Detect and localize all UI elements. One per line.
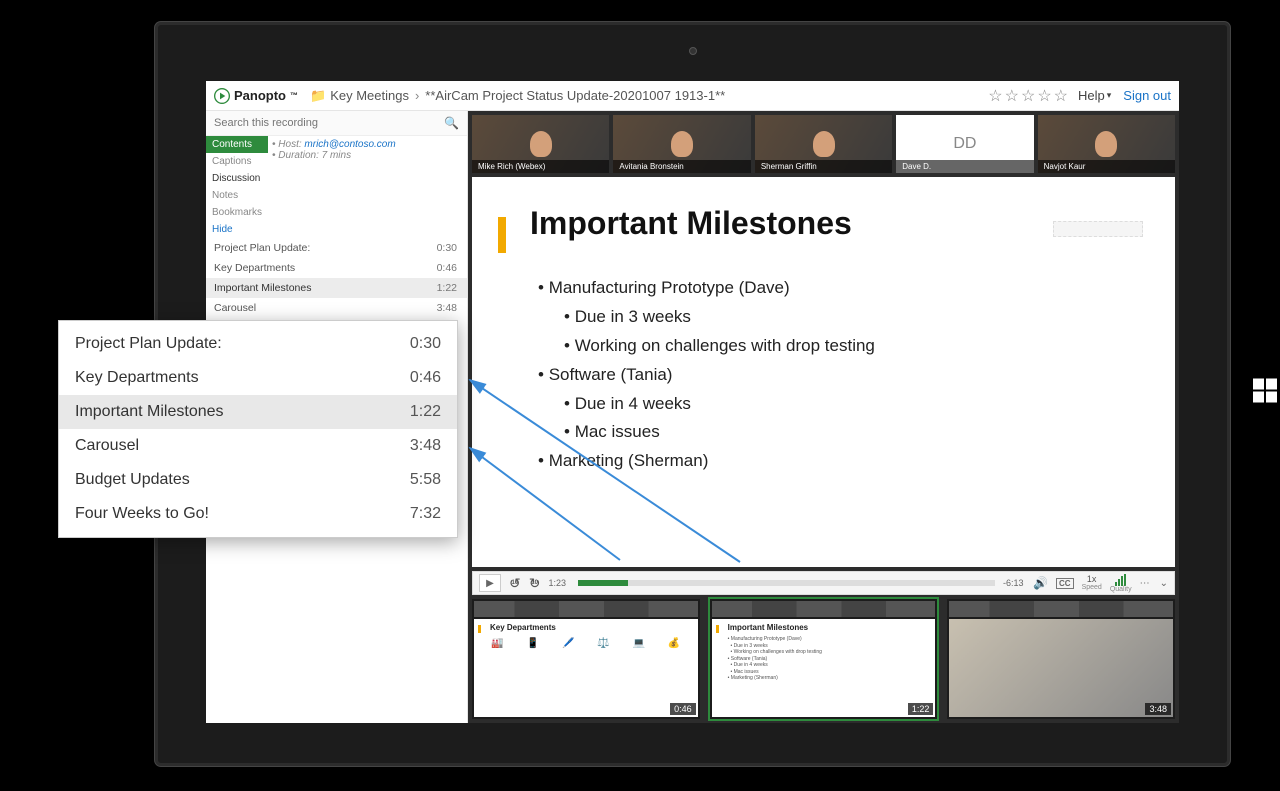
slide-bullets: Manufacturing Prototype (Dave) Due in 3 … bbox=[538, 274, 1139, 476]
sign-out-link[interactable]: Sign out bbox=[1123, 88, 1171, 103]
star-icon[interactable]: ☆ bbox=[1054, 86, 1068, 106]
chevron-down-icon: ▾ bbox=[1107, 90, 1112, 101]
captions-toggle[interactable]: CC bbox=[1056, 578, 1074, 589]
chapter-item[interactable]: Project Plan Update:0:30 bbox=[206, 238, 467, 258]
slide-title: Important Milestones bbox=[530, 205, 1139, 242]
camera-dot bbox=[689, 47, 697, 55]
current-time: 1:23 bbox=[548, 578, 570, 588]
chapter-callout: Project Plan Update:0:30 Key Departments… bbox=[58, 320, 458, 538]
host-email-link[interactable]: mrich@contoso.com bbox=[304, 139, 395, 150]
quality-control[interactable]: Quality bbox=[1110, 574, 1132, 593]
windows-logo-icon bbox=[1253, 379, 1277, 410]
progress-bar[interactable] bbox=[578, 580, 995, 586]
slide-placeholder bbox=[1053, 221, 1143, 237]
quality-bars-icon bbox=[1115, 574, 1126, 586]
thumbnail-selected[interactable]: Important Milestones • Manufacturing Pro… bbox=[710, 599, 938, 719]
callout-chapter[interactable]: Budget Updates5:58 bbox=[59, 463, 457, 497]
participant-tile[interactable]: Sherman Griffin bbox=[755, 115, 892, 173]
participant-tile[interactable]: DDDave D. bbox=[896, 115, 1033, 173]
participant-tile[interactable]: Navjot Kaur bbox=[1038, 115, 1175, 173]
callout-chapter[interactable]: Key Departments0:46 bbox=[59, 361, 457, 395]
star-icon[interactable]: ☆ bbox=[1005, 86, 1019, 106]
play-button[interactable]: ▶ bbox=[479, 574, 501, 592]
folder-icon: 📁 bbox=[310, 88, 326, 104]
participant-tile[interactable]: Mike Rich (Webex) bbox=[472, 115, 609, 173]
forward-10-icon[interactable]: ↻10 bbox=[529, 575, 541, 592]
recording-title: **AirCam Project Status Update-20201007 … bbox=[425, 88, 725, 103]
more-options-icon[interactable]: ⋯ bbox=[1140, 578, 1152, 589]
breadcrumb-separator: › bbox=[415, 88, 419, 103]
speed-control[interactable]: 1xSpeed bbox=[1082, 575, 1102, 591]
left-tabs: Contents Captions Discussion Notes Bookm… bbox=[206, 136, 268, 238]
callout-chapter[interactable]: Carousel3:48 bbox=[59, 429, 457, 463]
chapter-item-selected[interactable]: Important Milestones1:22 bbox=[206, 278, 467, 298]
thumbnail[interactable]: Key Departments 🏭📱🖊️⚖️💻💰 0:46 bbox=[472, 599, 700, 719]
callout-chapter[interactable]: Project Plan Update:0:30 bbox=[59, 327, 457, 361]
folder-name: Key Meetings bbox=[330, 88, 409, 103]
video-panel: Mike Rich (Webex) Avitania Bronstein She… bbox=[468, 111, 1179, 723]
participant-gallery: Mike Rich (Webex) Avitania Bronstein She… bbox=[472, 115, 1175, 173]
star-icon[interactable]: ☆ bbox=[1021, 86, 1035, 106]
search-icon[interactable]: 🔍 bbox=[444, 116, 459, 130]
top-bar: Panopto™ 📁 Key Meetings › **AirCam Proje… bbox=[206, 81, 1179, 111]
remaining-time: -6:13 bbox=[1003, 578, 1025, 588]
star-icon[interactable]: ☆ bbox=[1037, 86, 1051, 106]
tab-bookmarks[interactable]: Bookmarks bbox=[206, 204, 268, 221]
rating-stars[interactable]: ☆ ☆ ☆ ☆ ☆ bbox=[988, 86, 1068, 106]
tab-hide[interactable]: Hide bbox=[206, 221, 268, 238]
thumbnail[interactable]: 3:48 bbox=[947, 599, 1175, 719]
slide-area: Important Milestones Manufacturing Proto… bbox=[472, 177, 1175, 567]
thumbnail-strip: Key Departments 🏭📱🖊️⚖️💻💰 0:46 Important … bbox=[472, 599, 1175, 719]
brand-name: Panopto bbox=[234, 88, 286, 103]
chapter-item[interactable]: Carousel3:48 bbox=[206, 298, 467, 318]
tab-captions[interactable]: Captions bbox=[206, 153, 268, 170]
callout-chapter-selected[interactable]: Important Milestones1:22 bbox=[59, 395, 457, 429]
chapter-item[interactable]: Key Departments0:46 bbox=[206, 258, 467, 278]
search-box[interactable]: 🔍 bbox=[206, 111, 467, 136]
participant-tile[interactable]: Avitania Bronstein bbox=[613, 115, 750, 173]
player-controls: ▶ ↺10 ↻10 1:23 -6:13 🔊 CC 1xSpeed Qualit… bbox=[472, 571, 1175, 595]
tab-notes[interactable]: Notes bbox=[206, 187, 268, 204]
callout-chapter[interactable]: Four Weeks to Go!7:32 bbox=[59, 497, 457, 531]
search-input[interactable] bbox=[206, 111, 467, 135]
help-menu[interactable]: Help ▾ bbox=[1078, 88, 1111, 103]
volume-icon[interactable]: 🔊 bbox=[1033, 576, 1048, 590]
rewind-10-icon[interactable]: ↺10 bbox=[509, 575, 521, 592]
tab-discussion[interactable]: Discussion bbox=[206, 170, 268, 187]
panopto-icon bbox=[214, 88, 230, 104]
recording-meta: • Host: mrich@contoso.com • Duration: 7 … bbox=[268, 136, 467, 238]
breadcrumb-folder[interactable]: 📁 Key Meetings bbox=[310, 88, 409, 104]
star-icon[interactable]: ☆ bbox=[988, 86, 1002, 106]
brand-logo[interactable]: Panopto™ bbox=[214, 88, 298, 104]
collapse-icon[interactable]: ⌄ bbox=[1160, 578, 1168, 589]
tab-contents[interactable]: Contents bbox=[206, 136, 268, 153]
slide-accent-bar bbox=[498, 217, 506, 253]
